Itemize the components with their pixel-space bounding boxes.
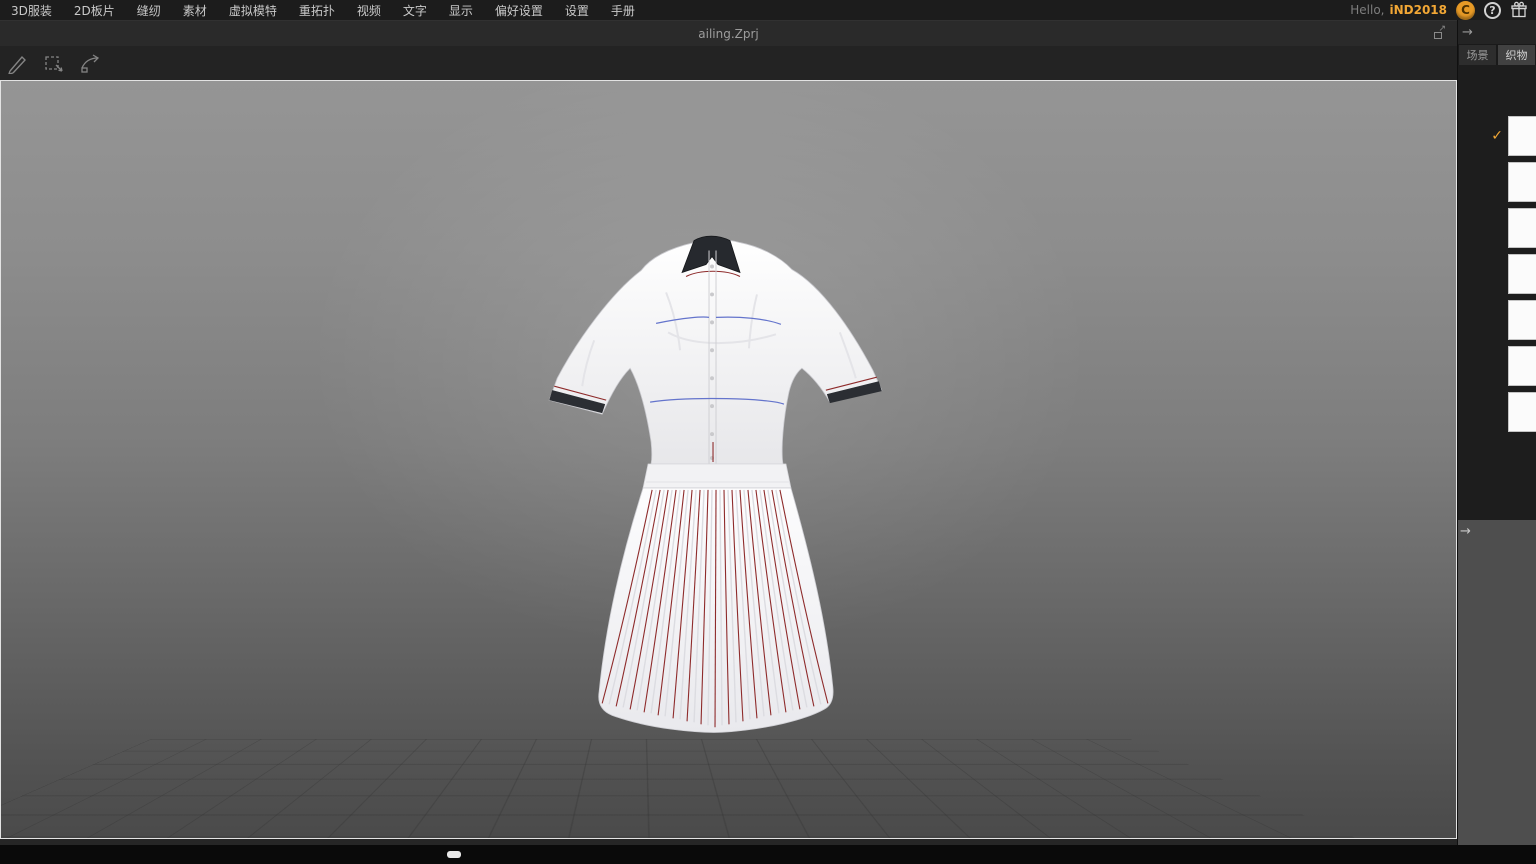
- menu-item-4[interactable]: 虚拟模特: [218, 0, 288, 21]
- menu-item-10[interactable]: 设置: [554, 0, 600, 21]
- fabric-thumbnail[interactable]: [1508, 162, 1536, 202]
- pen-tool-icon[interactable]: [6, 51, 30, 75]
- menu-item-3[interactable]: 素材: [172, 0, 218, 21]
- panel-lower-collapse-arrow-icon[interactable]: →: [1458, 520, 1471, 538]
- menu-items: 3D服装2D板片缝纫素材虚拟模特重拓扑视频文字显示偏好设置设置手册: [0, 0, 646, 21]
- check-icon: ✓: [1491, 128, 1503, 144]
- main-row: ailing.Zprj ↗: [0, 20, 1536, 845]
- fabric-swatch-row-6[interactable]: [1458, 389, 1536, 435]
- document-title: ailing.Zprj: [698, 27, 759, 41]
- panel-header: →: [1458, 20, 1536, 44]
- menu-bar: 3D服装2D板片缝纫素材虚拟模特重拓扑视频文字显示偏好设置设置手册 Hello,…: [0, 0, 1536, 20]
- tab-fabric[interactable]: 织物: [1497, 44, 1536, 65]
- panel-tabs: 场景 织物: [1458, 44, 1536, 65]
- gift-icon[interactable]: [1510, 1, 1528, 19]
- tab-scene[interactable]: 场景: [1458, 44, 1497, 65]
- menu-item-1[interactable]: 2D板片: [63, 0, 126, 21]
- username-label: iND2018: [1389, 3, 1447, 17]
- viewport-toolbar: [0, 46, 1457, 80]
- waistband: [643, 464, 791, 488]
- fabric-swatch-row-2[interactable]: [1458, 205, 1536, 251]
- fabric-swatch-row-1[interactable]: [1458, 159, 1536, 205]
- fabric-thumbnail[interactable]: [1508, 116, 1536, 156]
- object-browser-panel: → 场景 织物 ✓ →: [1457, 20, 1536, 845]
- edit-sewing-tool-icon[interactable]: [78, 51, 102, 75]
- menubar-right: Hello, iND2018 C ?: [1350, 1, 1528, 20]
- fabric-swatch-row-4[interactable]: [1458, 297, 1536, 343]
- menu-item-6[interactable]: 视频: [346, 0, 392, 21]
- menu-item-2[interactable]: 缝纫: [126, 0, 172, 21]
- float-window-icon[interactable]: ↗: [1434, 29, 1445, 39]
- fabric-thumbnail[interactable]: [1508, 392, 1536, 432]
- fabric-swatch-row-3[interactable]: [1458, 251, 1536, 297]
- panel-collapse-arrow-icon[interactable]: →: [1460, 26, 1475, 39]
- fabric-thumbnail[interactable]: [1508, 254, 1536, 294]
- fabric-swatch-list: ✓: [1458, 65, 1536, 520]
- coin-icon[interactable]: C: [1456, 1, 1475, 20]
- menu-item-5[interactable]: 重拓扑: [288, 0, 346, 21]
- application-window: 3D服装2D板片缝纫素材虚拟模特重拓扑视频文字显示偏好设置设置手册 Hello,…: [0, 0, 1536, 864]
- menu-item-0[interactable]: 3D服装: [0, 0, 63, 21]
- transform-box-tool-icon[interactable]: [42, 51, 66, 75]
- bottom-scrollbar[interactable]: [0, 845, 1536, 864]
- menu-item-11[interactable]: 手册: [600, 0, 646, 21]
- fabric-swatch-row-0[interactable]: ✓: [1458, 113, 1536, 159]
- garment-model: [1, 81, 1456, 838]
- menu-item-7[interactable]: 文字: [392, 0, 438, 21]
- viewport-column: ailing.Zprj ↗: [0, 20, 1457, 845]
- document-tab-bar: ailing.Zprj ↗: [0, 20, 1457, 46]
- scrollbar-thumb[interactable]: [447, 851, 461, 858]
- viewport-3d[interactable]: [0, 80, 1457, 839]
- panel-lower-area: →: [1458, 520, 1536, 845]
- greeting-label: Hello,: [1350, 3, 1384, 17]
- menu-item-9[interactable]: 偏好设置: [484, 0, 554, 21]
- fabric-thumbnail[interactable]: [1508, 208, 1536, 248]
- fabric-swatch-row-5[interactable]: [1458, 343, 1536, 389]
- fabric-thumbnail[interactable]: [1508, 346, 1536, 386]
- menu-item-8[interactable]: 显示: [438, 0, 484, 21]
- fabric-thumbnail[interactable]: [1508, 300, 1536, 340]
- help-icon[interactable]: ?: [1484, 2, 1501, 19]
